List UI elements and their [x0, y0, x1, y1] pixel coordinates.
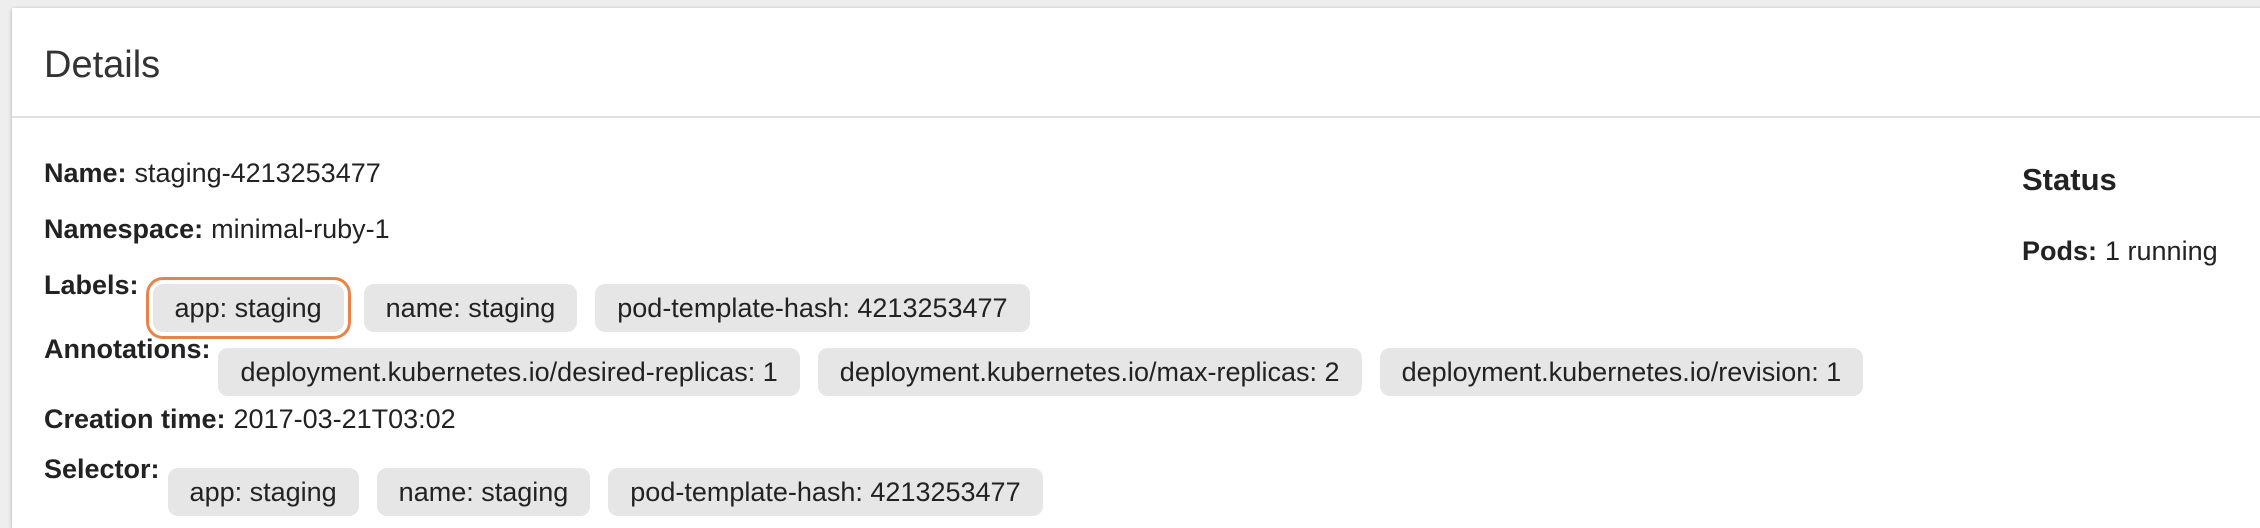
creation-time-label: Creation time: [44, 404, 226, 434]
annotations-row: Annotations: deployment.kubernetes.io/de… [44, 334, 1881, 396]
creation-time-row: Creation time: 2017-03-21T03:02 [44, 404, 456, 435]
namespace-label: Namespace: [44, 214, 204, 244]
name-label: Name: [44, 158, 127, 188]
selector-chip-app[interactable]: app: staging [167, 468, 359, 516]
pods-status-row: Pods: 1 running [2022, 236, 2218, 267]
name-row: Name: staging-4213253477 [44, 158, 381, 189]
selector-chip-list: app: staging name: staging pod-template-… [167, 468, 1061, 516]
namespace-value: minimal-ruby-1 [211, 214, 390, 244]
page-title: Details [44, 43, 161, 86]
annotations-label: Annotations: [44, 334, 211, 364]
annotation-chip-revision[interactable]: deployment.kubernetes.io/revision: 1 [1379, 348, 1864, 396]
selector-row: Selector: app: staging name: staging pod… [44, 454, 1061, 516]
selector-chip-name[interactable]: name: staging [376, 468, 591, 516]
creation-time-value: 2017-03-21T03:02 [233, 404, 456, 434]
labels-chip-list: app: staging name: staging pod-template-… [145, 277, 1048, 339]
status-title: Status [2022, 162, 2117, 197]
name-value: staging-4213253477 [134, 158, 381, 188]
annotations-chip-list: deployment.kubernetes.io/desired-replica… [218, 348, 1881, 396]
selector-label: Selector: [44, 454, 160, 484]
pods-value: 1 running [2105, 236, 2218, 266]
namespace-row: Namespace: minimal-ruby-1 [44, 214, 390, 245]
annotation-chip-desired-replicas[interactable]: deployment.kubernetes.io/desired-replica… [218, 348, 800, 396]
card-header: Details [12, 8, 2260, 118]
label-chip-name[interactable]: name: staging [363, 284, 578, 332]
pods-label: Pods: [2022, 236, 2098, 266]
labels-row: Labels: app: staging name: staging pod-t… [44, 270, 1048, 339]
label-chip-pod-template-hash[interactable]: pod-template-hash: 4213253477 [595, 284, 1030, 332]
selector-chip-pod-template-hash[interactable]: pod-template-hash: 4213253477 [608, 468, 1043, 516]
label-chip-app[interactable]: app: staging [145, 277, 351, 339]
labels-label: Labels: [44, 270, 139, 300]
details-card: Details Name: staging-4213253477 Namespa… [12, 8, 2260, 528]
annotation-chip-max-replicas[interactable]: deployment.kubernetes.io/max-replicas: 2 [817, 348, 1362, 396]
